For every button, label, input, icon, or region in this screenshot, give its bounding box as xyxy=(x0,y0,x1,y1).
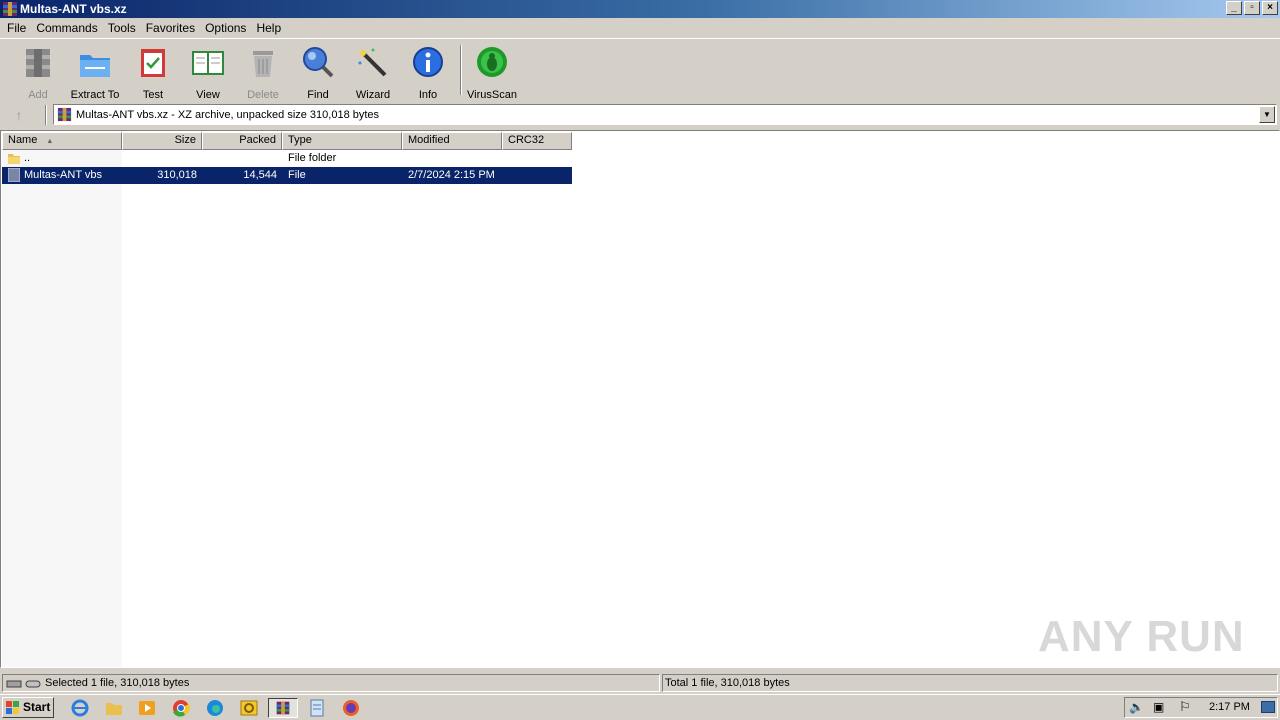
outlook-icon[interactable] xyxy=(238,698,260,718)
status-selected-pane: Selected 1 file, 310,018 bytes xyxy=(2,674,660,692)
address-field[interactable]: Multas-ANT vbs.xz - XZ archive, unpacked… xyxy=(53,104,1277,125)
media-player-icon[interactable] xyxy=(136,698,158,718)
start-button[interactable]: Start xyxy=(2,697,54,718)
table-row[interactable]: .. File folder xyxy=(2,150,572,167)
menu-favorites[interactable]: Favorites xyxy=(141,21,200,35)
virusscan-button[interactable]: VirusScan xyxy=(464,45,520,101)
show-desktop-icon[interactable] xyxy=(1261,701,1275,713)
minimize-button[interactable]: _ xyxy=(1226,1,1242,15)
window-title: Multas-ANT vbs.xz xyxy=(20,2,127,16)
address-text: Multas-ANT vbs.xz - XZ archive, unpacked… xyxy=(76,109,380,121)
up-arrow-icon[interactable]: ↑ xyxy=(8,106,30,124)
sort-ascending-icon: ▲ xyxy=(46,138,54,145)
trash-icon xyxy=(253,51,273,77)
restore-button[interactable]: ▫ xyxy=(1244,1,1260,15)
winrar-icon xyxy=(3,2,17,16)
action-center-flag-icon[interactable]: ⚐ xyxy=(1179,699,1191,715)
column-header-crc32[interactable]: CRC32 xyxy=(502,132,572,150)
column-header-packed[interactable]: Packed xyxy=(202,132,282,150)
toolbar-separator xyxy=(460,45,462,95)
file-explorer-icon[interactable] xyxy=(103,698,125,718)
archive-icon xyxy=(57,107,72,122)
title-bar: Multas-ANT vbs.xz _ ▫ × xyxy=(0,0,1280,18)
clock[interactable]: 2:17 PM xyxy=(1209,701,1250,713)
column-header-name[interactable]: Name ▲ xyxy=(2,132,122,150)
internet-explorer-icon[interactable] xyxy=(69,698,91,718)
column-header-type[interactable]: Type xyxy=(282,132,402,150)
menu-bar: File Commands Tools Favorites Options He… xyxy=(0,18,1280,38)
system-tray: 🔈 ▣ ⚐ 2:17 PM xyxy=(1124,697,1278,718)
folder-extract-icon xyxy=(80,55,110,77)
file-icon xyxy=(8,168,20,182)
info-icon xyxy=(413,47,443,77)
find-button[interactable]: Find xyxy=(290,45,346,101)
menu-commands[interactable]: Commands xyxy=(31,21,102,35)
menu-tools[interactable]: Tools xyxy=(103,21,141,35)
status-selected-text: Selected 1 file, 310,018 bytes xyxy=(45,677,190,689)
toolbar: Add Extract To Test View Delete Find Wiz… xyxy=(0,38,1280,101)
folder-icon xyxy=(8,154,20,164)
chrome-icon[interactable] xyxy=(170,698,192,718)
network-icon[interactable]: ▣ xyxy=(1153,700,1164,714)
menu-help[interactable]: Help xyxy=(251,21,286,35)
column-header-size[interactable]: Size xyxy=(122,132,202,150)
anyrun-watermark: ANY RUN xyxy=(1038,612,1245,661)
info-button[interactable]: Info xyxy=(400,45,456,101)
add-button[interactable]: Add xyxy=(10,45,66,101)
close-button[interactable]: × xyxy=(1262,1,1278,15)
extract-to-button[interactable]: Extract To xyxy=(67,45,123,101)
drive-icon xyxy=(6,680,41,688)
magic-wand-icon xyxy=(358,48,387,77)
edge-icon[interactable] xyxy=(204,698,226,718)
test-button[interactable]: Test xyxy=(125,45,181,101)
table-row[interactable]: Multas-ANT vbs 310,018 14,544 File 2/7/2… xyxy=(2,167,572,184)
volume-icon[interactable]: 🔈 xyxy=(1129,700,1144,714)
menu-file[interactable]: File xyxy=(2,21,31,35)
taskbar: Start 🔈 ▣ ⚐ 2:17 PM xyxy=(0,694,1280,720)
view-button[interactable]: View xyxy=(180,45,236,101)
delete-button[interactable]: Delete xyxy=(235,45,291,101)
clipboard-check-icon xyxy=(141,49,165,77)
notepad-icon[interactable] xyxy=(304,698,330,718)
firefox-icon[interactable] xyxy=(336,698,366,718)
status-total-text: Total 1 file, 310,018 bytes xyxy=(665,677,790,689)
name-column-shade xyxy=(2,149,122,667)
column-header-modified[interactable]: Modified xyxy=(402,132,502,150)
windows-logo-icon xyxy=(6,701,19,714)
archive-add-icon xyxy=(26,49,50,77)
file-list[interactable]: Name ▲ Size Packed Type Modified CRC32 .… xyxy=(0,130,1280,668)
wizard-button[interactable]: Wizard xyxy=(345,45,401,101)
status-total-pane: Total 1 file, 310,018 bytes xyxy=(662,674,1278,692)
address-bar: ↑ Multas-ANT vbs.xz - XZ archive, unpack… xyxy=(0,102,1280,126)
magnifier-icon xyxy=(303,47,334,78)
address-separator xyxy=(45,105,47,125)
winrar-taskbar-icon[interactable] xyxy=(268,698,298,718)
menu-options[interactable]: Options xyxy=(200,21,251,35)
book-icon xyxy=(192,51,224,75)
status-bar: Selected 1 file, 310,018 bytes Total 1 f… xyxy=(0,673,1280,693)
address-dropdown-arrow-icon[interactable]: ▼ xyxy=(1259,106,1275,123)
bug-icon xyxy=(477,47,507,77)
